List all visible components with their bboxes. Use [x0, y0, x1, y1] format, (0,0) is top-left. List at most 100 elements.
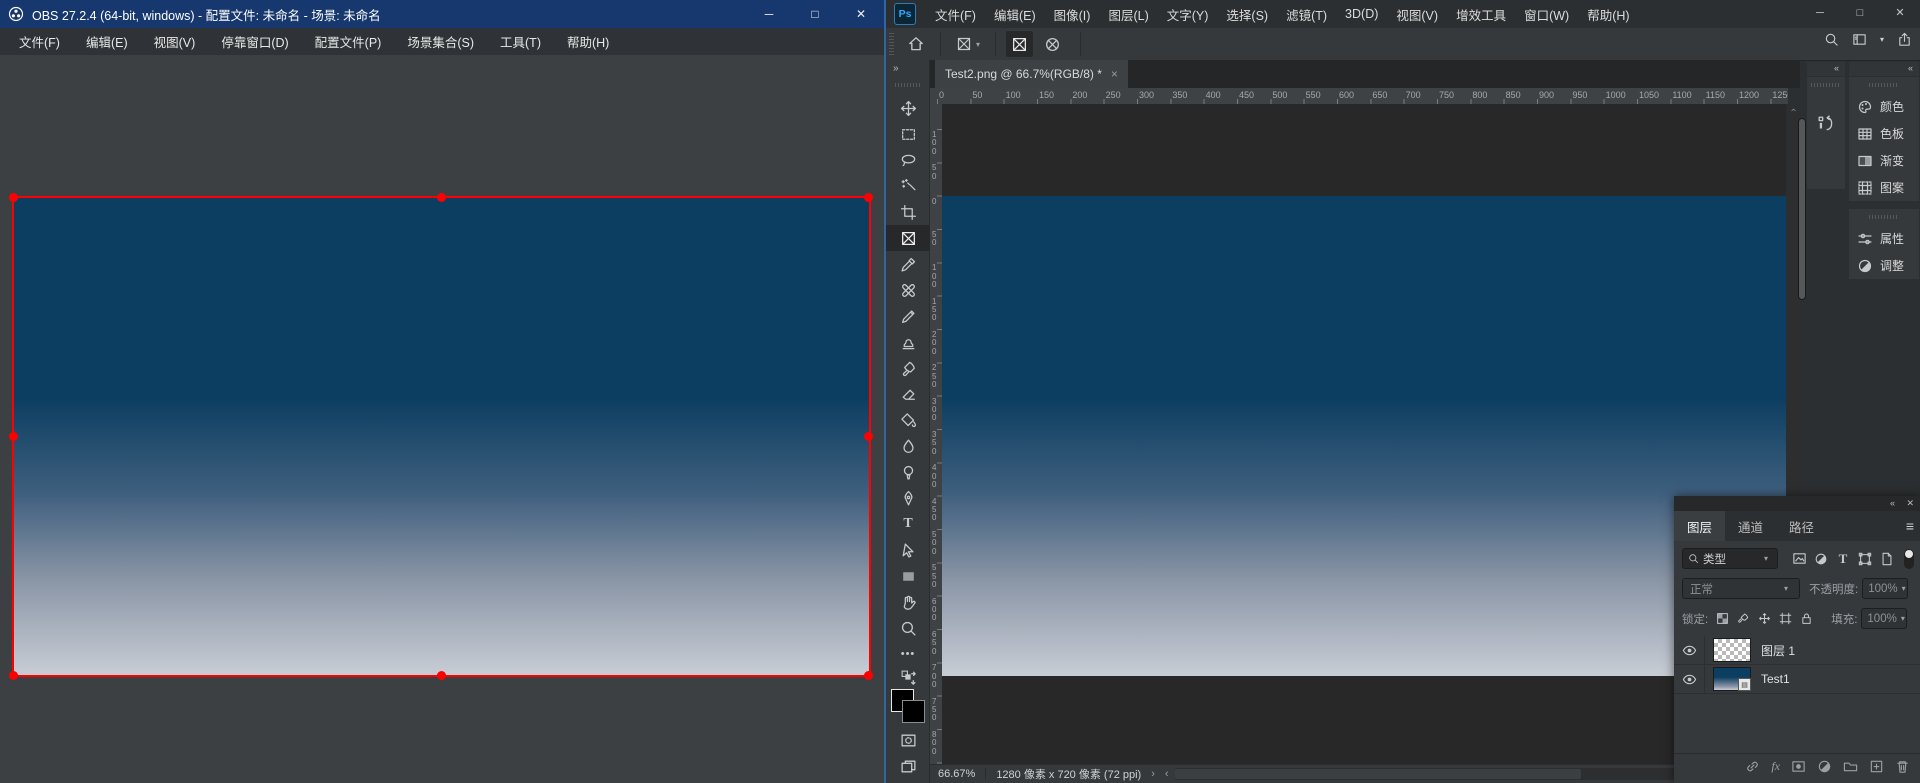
- layer-visibility-toggle[interactable]: [1674, 665, 1705, 693]
- elliptical-frame-option[interactable]: [1039, 31, 1066, 57]
- dodge-tool[interactable]: [886, 459, 930, 485]
- panel-button-adjustments[interactable]: 调整: [1849, 252, 1919, 279]
- history-panel-button[interactable]: [1807, 115, 1845, 133]
- ps-minimize-button[interactable]: ─: [1800, 0, 1840, 25]
- filter-type-button[interactable]: T: [1832, 551, 1854, 567]
- background-color[interactable]: [902, 700, 925, 723]
- canvas-image[interactable]: [942, 196, 1786, 676]
- ps-menu-item[interactable]: 文件(F): [926, 0, 985, 28]
- ps-menu-item[interactable]: 3D(D): [1336, 0, 1387, 28]
- hand-tool[interactable]: [886, 589, 930, 615]
- panel-collapse-icon[interactable]: «: [1890, 498, 1896, 508]
- lock-all-button[interactable]: [1796, 612, 1817, 625]
- layer-row[interactable]: 图层 1: [1674, 636, 1920, 665]
- document-tab-close-icon[interactable]: ×: [1111, 67, 1118, 81]
- selection-handle-top-right[interactable]: [864, 193, 873, 202]
- obs-titlebar[interactable]: OBS 27.2.4 (64-bit, windows) - 配置文件: 未命名…: [0, 0, 884, 28]
- ps-close-button[interactable]: ✕: [1880, 0, 1920, 25]
- healing-brush-tool[interactable]: [886, 277, 930, 303]
- layer-visibility-toggle[interactable]: [1674, 636, 1705, 664]
- rectangular-frame-option[interactable]: [1006, 31, 1033, 57]
- object-selection-tool[interactable]: [886, 173, 930, 199]
- layer-name[interactable]: 图层 1: [1761, 642, 1795, 659]
- marquee-tool[interactable]: [886, 121, 930, 147]
- canvas-viewport[interactable]: [942, 104, 1786, 765]
- obs-menu-item[interactable]: 文件(F): [6, 28, 73, 55]
- ps-menu-item[interactable]: 帮助(H): [1578, 0, 1638, 28]
- chevron-down-icon[interactable]: ▾: [1880, 35, 1884, 44]
- obs-minimize-button[interactable]: ─: [746, 0, 792, 28]
- panel-button-swatches[interactable]: 色板: [1849, 120, 1919, 147]
- horizontal-ruler[interactable]: 0501001502002503003504004505005506006507…: [930, 88, 1788, 105]
- selection-handle-bottom-right[interactable]: [864, 671, 873, 680]
- filter-kind-select[interactable]: 类型 ▾: [1682, 548, 1778, 569]
- obs-preview-area[interactable]: [0, 55, 884, 783]
- eyedropper-tool[interactable]: [886, 251, 930, 277]
- share-icon[interactable]: [1897, 32, 1912, 47]
- obs-menu-item[interactable]: 视图(V): [141, 28, 209, 55]
- panel-button-gradients[interactable]: 渐变: [1849, 147, 1919, 174]
- dock-collapse-button[interactable]: «: [1807, 62, 1845, 76]
- opacity-select[interactable]: 100% ▾: [1862, 578, 1908, 599]
- selection-handle-top-center[interactable]: [437, 193, 446, 202]
- path-selection-tool[interactable]: [886, 537, 930, 563]
- panel-button-properties[interactable]: 属性: [1849, 225, 1919, 252]
- ps-menu-item[interactable]: 编辑(E): [985, 0, 1045, 28]
- tab-paths[interactable]: 路径: [1776, 511, 1827, 541]
- eraser-tool[interactable]: [886, 381, 930, 407]
- add-mask-icon[interactable]: [1791, 759, 1806, 774]
- zoom-level[interactable]: 66.67%: [938, 768, 975, 780]
- obs-menu-item[interactable]: 场景集合(S): [394, 28, 487, 55]
- ps-menu-item[interactable]: 视图(V): [1387, 0, 1447, 28]
- layer-name[interactable]: Test1: [1761, 672, 1790, 686]
- panel-close-icon[interactable]: ✕: [1906, 498, 1914, 509]
- obs-menu-item[interactable]: 停靠窗口(D): [208, 28, 301, 55]
- history-brush-tool[interactable]: [886, 355, 930, 381]
- filter-toggle-switch[interactable]: [1904, 549, 1914, 569]
- panel-button-patterns[interactable]: 图案: [1849, 174, 1919, 201]
- filter-adjustment-button[interactable]: [1810, 552, 1832, 566]
- toolbar-grip[interactable]: [895, 83, 921, 87]
- filter-smart-object-button[interactable]: [1876, 552, 1898, 566]
- scrollbar-thumb[interactable]: [1175, 769, 1582, 779]
- status-expand-icon[interactable]: ›: [1151, 768, 1155, 780]
- ps-menu-item[interactable]: 文字(Y): [1158, 0, 1218, 28]
- frame-tool[interactable]: [886, 225, 930, 251]
- ps-maximize-button[interactable]: □: [1840, 0, 1880, 25]
- dock-collapse-button[interactable]: «: [1849, 62, 1919, 76]
- dock-grip[interactable]: [1869, 83, 1899, 87]
- obs-menu-item[interactable]: 工具(T): [487, 28, 554, 55]
- obs-maximize-button[interactable]: □: [792, 0, 838, 28]
- obs-menu-item[interactable]: 配置文件(P): [302, 28, 395, 55]
- ps-menu-item[interactable]: 图层(L): [1099, 0, 1157, 28]
- layer-thumbnail[interactable]: [1713, 638, 1751, 662]
- swap-colors-button[interactable]: [886, 667, 930, 687]
- selection-handle-bottom-left[interactable]: [9, 671, 18, 680]
- delete-layer-icon[interactable]: [1895, 759, 1910, 774]
- lock-position-button[interactable]: [1754, 612, 1775, 625]
- link-layers-icon[interactable]: [1745, 759, 1760, 774]
- obs-source-preview[interactable]: [12, 196, 871, 677]
- lock-transparent-button[interactable]: [1712, 612, 1733, 625]
- layer-row[interactable]: ▤ Test1: [1674, 665, 1920, 694]
- blur-tool[interactable]: [886, 433, 930, 459]
- lock-pixels-button[interactable]: [1733, 612, 1754, 625]
- scrollbar-thumb[interactable]: [1798, 118, 1806, 300]
- ps-menu-item[interactable]: 滤镜(T): [1277, 0, 1336, 28]
- selection-handle-top-left[interactable]: [9, 193, 18, 202]
- filter-image-button[interactable]: [1788, 551, 1810, 566]
- options-bar-grip[interactable]: [889, 33, 894, 55]
- search-icon[interactable]: [1824, 32, 1839, 47]
- filter-shape-button[interactable]: [1854, 552, 1876, 566]
- obs-menu-item[interactable]: 编辑(E): [73, 28, 141, 55]
- crop-tool[interactable]: [886, 199, 930, 225]
- document-tab[interactable]: Test2.png @ 66.7%(RGB/8) * ×: [935, 60, 1128, 88]
- tool-preset-picker[interactable]: ▾: [951, 31, 985, 57]
- new-adjustment-icon[interactable]: [1817, 759, 1832, 774]
- new-group-icon[interactable]: [1843, 759, 1858, 774]
- dock-grip[interactable]: [1811, 83, 1841, 87]
- obs-menu-item[interactable]: 帮助(H): [554, 28, 622, 55]
- lasso-tool[interactable]: [886, 147, 930, 173]
- blend-mode-select[interactable]: 正常 ▾: [1682, 578, 1800, 599]
- selection-handle-middle-left[interactable]: [9, 432, 18, 441]
